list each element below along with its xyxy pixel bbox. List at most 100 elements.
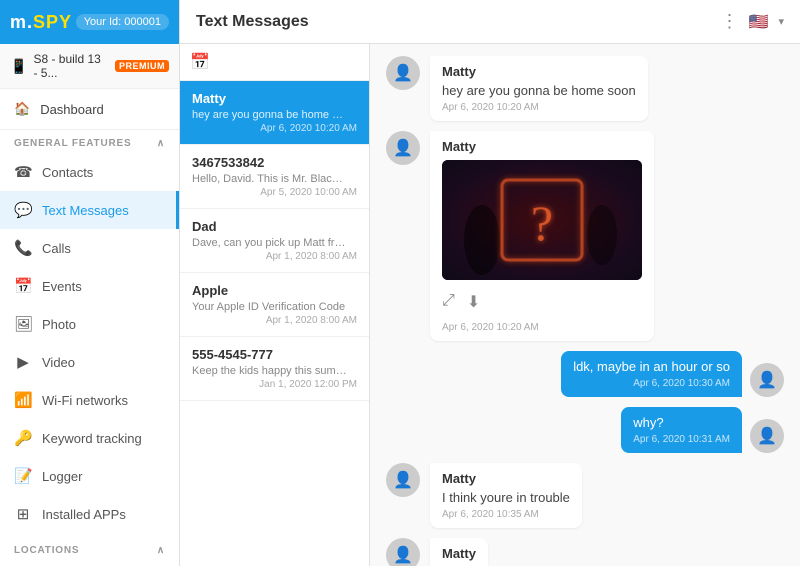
device-icon: 📱	[10, 58, 27, 75]
conv-preview: Hello, David. This is Mr. Black. I've no…	[192, 173, 347, 185]
sidebar-item-gps[interactable]: 📍 GPS Locations	[0, 560, 179, 566]
avatar-matty-2: 👤	[386, 131, 420, 165]
logger-icon: 📝	[14, 467, 32, 485]
msg-sender: Matty	[442, 471, 570, 486]
keyword-label: Keyword tracking	[42, 431, 142, 446]
message-incoming-1: 👤 Matty hey are you gonna be home soon A…	[386, 56, 784, 121]
conv-name: Apple	[192, 283, 357, 298]
conv-toolbar: 📅	[180, 44, 369, 81]
msg-time: Apr 6, 2020 10:20 AM	[442, 102, 636, 113]
header-actions: ⋮ 🇺🇸 ▾	[721, 11, 784, 32]
msg-sender: Matty	[442, 64, 636, 79]
conv-time: Apr 5, 2020 10:00 AM	[192, 187, 357, 198]
home-icon: 🏠	[14, 101, 30, 117]
conv-preview: Your Apple ID Verification Code	[192, 301, 347, 313]
conv-time: Apr 6, 2020 10:20 AM	[192, 123, 357, 134]
expand-icon[interactable]: ⤢	[442, 292, 455, 312]
main-header: Text Messages ⋮ 🇺🇸 ▾	[180, 0, 800, 44]
message-outgoing-2: why? Apr 6, 2020 10:31 AM 👤	[386, 407, 784, 453]
conv-time: Jan 1, 2020 12:00 PM	[192, 379, 357, 390]
sidebar-item-contacts[interactable]: ☎ Contacts	[0, 153, 179, 191]
more-options-button[interactable]: ⋮	[721, 11, 739, 32]
conversation-item-apple[interactable]: Apple Your Apple ID Verification Code Ap…	[180, 273, 369, 337]
message-incoming-4: 👤 Matty	[386, 538, 784, 566]
conv-time: Apr 1, 2020 8:00 AM	[192, 251, 357, 262]
msg-text: why?	[633, 415, 730, 430]
flag-dropdown-icon[interactable]: ▾	[778, 15, 784, 28]
sidebar-item-events[interactable]: 📅 Events	[0, 267, 179, 305]
conversation-item-matty[interactable]: Matty hey are you gonna be home soon Apr…	[180, 81, 369, 145]
events-icon: 📅	[14, 277, 32, 295]
msg-bubble-1: Matty hey are you gonna be home soon Apr…	[430, 56, 648, 121]
section-locations: LOCATIONS ∧	[0, 537, 179, 560]
sidebar: m.SPY Your Id: 000001 📱 S8 - build 13 - …	[0, 0, 180, 566]
conversation-item-555[interactable]: 555-4545-777 Keep the kids happy this su…	[180, 337, 369, 401]
conversation-item-dad[interactable]: Dad Dave, can you pick up Matt from scho…	[180, 209, 369, 273]
avatar-icon: 👤	[393, 138, 413, 158]
avatar-icon: 👤	[393, 470, 413, 490]
conversation-item-3467533842[interactable]: 3467533842 Hello, David. This is Mr. Bla…	[180, 145, 369, 209]
sidebar-item-installed-apps[interactable]: ⊞ Installed APPs	[0, 495, 179, 533]
messages-body: 📅 Matty hey are you gonna be home soon A…	[180, 44, 800, 566]
wifi-label: Wi-Fi networks	[42, 393, 128, 408]
chat-area: 👤 Matty hey are you gonna be home soon A…	[370, 44, 800, 566]
sidebar-item-wifi[interactable]: 📶 Wi-Fi networks	[0, 381, 179, 419]
device-name: S8 - build 13 - 5...	[33, 52, 105, 80]
avatar-icon: 👤	[757, 370, 777, 390]
avatar-icon: 👤	[393, 63, 413, 83]
section-general-features: GENERAL FEATURES ∧	[0, 130, 179, 153]
avatar-matty-3: 👤	[386, 463, 420, 497]
image-actions: ⤢ ⬇	[442, 286, 642, 318]
avatar-user-1: 👤	[750, 363, 784, 397]
messages-icon: 💬	[14, 201, 32, 219]
msg-text: I think youre in trouble	[442, 490, 570, 505]
msg-sender: Matty	[442, 139, 642, 154]
conv-name: Matty	[192, 91, 357, 106]
sidebar-item-logger[interactable]: 📝 Logger	[0, 457, 179, 495]
conv-name: 555-4545-777	[192, 347, 357, 362]
msg-time: Apr 6, 2020 10:31 AM	[633, 434, 730, 445]
main-content: Text Messages ⋮ 🇺🇸 ▾ 📅 Matty hey are you…	[180, 0, 800, 566]
msg-time: Apr 6, 2020 10:20 AM	[442, 322, 642, 333]
avatar-matty-1: 👤	[386, 56, 420, 90]
apps-label: Installed APPs	[42, 507, 126, 522]
image-svg: ?	[442, 160, 642, 280]
avatar-icon: 👤	[757, 426, 777, 446]
conv-name: Dad	[192, 219, 357, 234]
msg-sender: Matty	[442, 546, 476, 561]
message-incoming-3: 👤 Matty I think youre in trouble Apr 6, …	[386, 463, 784, 528]
events-label: Events	[42, 279, 82, 294]
sidebar-item-photo[interactable]: 🖼 Photo	[0, 305, 179, 343]
conv-preview: Keep the kids happy this summer with ...	[192, 365, 347, 377]
calls-label: Calls	[42, 241, 71, 256]
avatar-icon: 👤	[393, 545, 413, 565]
msg-time: Apr 6, 2020 10:30 AM	[573, 378, 730, 389]
logo: m.SPY	[10, 12, 72, 33]
avatar-matty-4: 👤	[386, 538, 420, 566]
contacts-label: Contacts	[42, 165, 93, 180]
sidebar-item-dashboard[interactable]: 🏠 Dashboard	[0, 89, 179, 130]
conversation-list: 📅 Matty hey are you gonna be home soon A…	[180, 44, 370, 566]
video-label: Video	[42, 355, 75, 370]
download-icon[interactable]: ⬇	[467, 292, 480, 312]
wifi-icon: 📶	[14, 391, 32, 409]
calendar-icon[interactable]: 📅	[190, 54, 210, 71]
message-incoming-2: 👤 Matty	[386, 131, 784, 341]
chevron-up-loc-icon: ∧	[157, 545, 165, 556]
avatar-user-2: 👤	[750, 419, 784, 453]
sidebar-item-text-messages[interactable]: 💬 Text Messages	[0, 191, 179, 229]
msg-bubble-2: Matty	[430, 131, 654, 341]
sidebar-item-calls[interactable]: 📞 Calls	[0, 229, 179, 267]
conv-preview: hey are you gonna be home soon	[192, 109, 347, 121]
sidebar-item-video[interactable]: ▶ Video	[0, 343, 179, 381]
msg-bubble-6: Matty	[430, 538, 488, 566]
flag-icon: 🇺🇸	[749, 12, 769, 32]
device-bar: 📱 S8 - build 13 - 5... PREMIUM	[0, 44, 179, 89]
message-outgoing-1: ldk, maybe in an hour or so Apr 6, 2020 …	[386, 351, 784, 397]
dashboard-label: Dashboard	[40, 102, 104, 117]
message-image: ?	[442, 160, 642, 280]
sidebar-item-keyword-tracking[interactable]: 🔑 Keyword tracking	[0, 419, 179, 457]
image-placeholder: ?	[442, 160, 642, 280]
msg-bubble-4: why? Apr 6, 2020 10:31 AM	[621, 407, 742, 453]
conv-name: 3467533842	[192, 155, 357, 170]
